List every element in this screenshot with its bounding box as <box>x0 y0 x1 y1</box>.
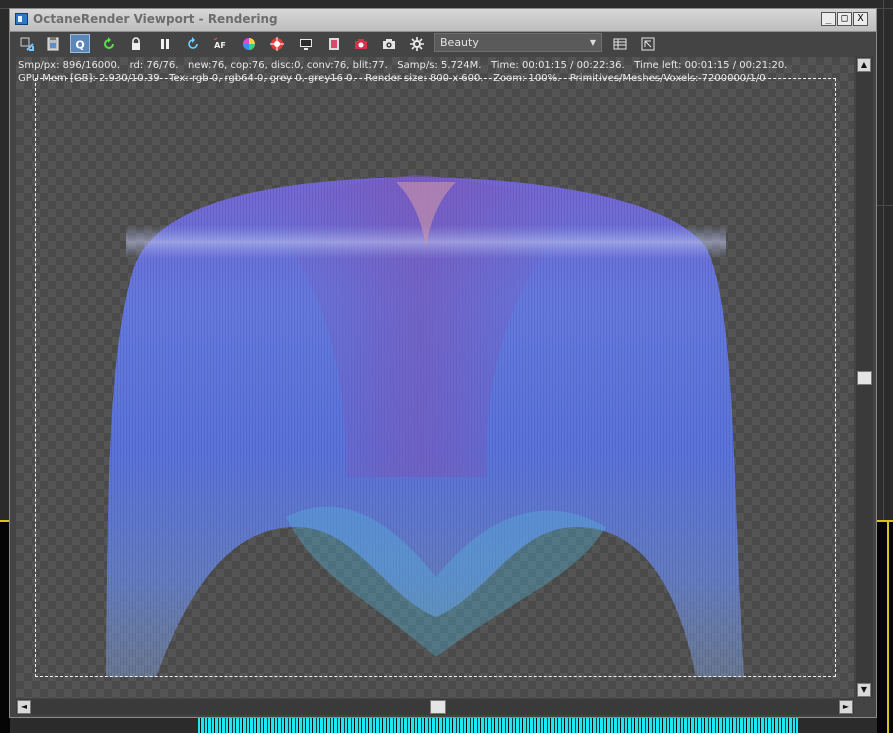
film-icon <box>329 37 339 50</box>
monitor-icon <box>300 38 312 50</box>
region-icon <box>641 37 655 50</box>
maximize-button[interactable]: □ <box>837 12 852 26</box>
render-canvas[interactable]: Smp/px: 896/16000. rd: 76/76. new:76, co… <box>16 57 854 698</box>
target-icon <box>270 36 284 51</box>
scroll-up-arrow-icon[interactable]: ▲ <box>857 58 871 72</box>
vertical-scroll-thumb[interactable] <box>857 371 872 385</box>
color-picker-button[interactable] <box>239 34 259 53</box>
render-region-frame <box>35 78 836 677</box>
settings-icon <box>410 36 424 51</box>
focus-picker-button[interactable] <box>267 34 287 53</box>
minimize-button[interactable]: _ <box>821 12 836 26</box>
send-scene-button[interactable] <box>17 34 37 53</box>
clipboard-icon <box>47 36 59 50</box>
list-icon <box>613 38 627 49</box>
vertical-scrollbar[interactable]: ▲ ▼ <box>856 57 873 698</box>
restart-icon <box>104 36 114 49</box>
svg-text:Q: Q <box>75 38 84 51</box>
settings-button[interactable] <box>407 34 427 53</box>
camera-icon <box>383 38 395 49</box>
camera-settings-button[interactable] <box>351 34 371 53</box>
restart-button[interactable] <box>99 34 119 53</box>
background-grid-line <box>883 0 884 520</box>
svg-text:AF: AF <box>214 41 226 50</box>
background-wireframe <box>198 717 798 733</box>
refresh-button[interactable] <box>183 34 203 53</box>
app-icon <box>15 13 28 25</box>
lock-button[interactable] <box>126 34 146 53</box>
window-title: OctaneRender Viewport - Rendering <box>33 12 278 26</box>
region-button[interactable] <box>638 34 658 53</box>
horizontal-scroll-thumb[interactable] <box>430 700 446 714</box>
background-grid-line <box>877 205 893 206</box>
render-pass-value: Beauty <box>440 36 479 49</box>
chevron-down-icon: ▼ <box>589 38 596 47</box>
close-button[interactable]: X <box>853 12 868 26</box>
autofocus-button[interactable]: AF <box>210 34 230 53</box>
octane-viewport-window[interactable]: OctaneRender Viewport - Rendering _ □ X … <box>9 8 877 718</box>
camera-red-icon <box>355 38 367 49</box>
scroll-right-arrow-icon[interactable]: ► <box>839 700 853 714</box>
send-scene-icon <box>20 37 34 51</box>
camera-button[interactable] <box>379 34 399 53</box>
list-button[interactable] <box>610 34 630 53</box>
background-highlight <box>877 520 893 522</box>
q-icon: Q <box>75 38 84 51</box>
clipboard-button[interactable] <box>43 34 63 53</box>
pause-button[interactable] <box>155 34 175 53</box>
render-pass-select[interactable]: Beauty ▼ <box>434 33 602 52</box>
scroll-left-arrow-icon[interactable]: ◄ <box>17 700 31 714</box>
refresh-icon <box>188 36 198 49</box>
background-highlight <box>887 520 889 733</box>
background-panel <box>877 520 893 733</box>
film-settings-button[interactable] <box>324 34 344 53</box>
title-bar[interactable]: OctaneRender Viewport - Rendering _ □ X <box>10 9 876 32</box>
toolbar: Q AF Beauty ▼ <box>10 32 876 56</box>
lock-icon <box>132 36 140 50</box>
af-icon: AF <box>213 37 226 50</box>
scroll-down-arrow-icon[interactable]: ▼ <box>857 683 871 697</box>
q-button[interactable]: Q <box>70 34 90 53</box>
pause-icon <box>161 38 169 49</box>
horizontal-scrollbar[interactable]: ◄ ► <box>16 699 854 715</box>
stats-line-1: Smp/px: 896/16000. rd: 76/76. new:76, co… <box>18 60 788 71</box>
display-button[interactable] <box>296 34 316 53</box>
color-wheel-icon <box>243 37 255 50</box>
